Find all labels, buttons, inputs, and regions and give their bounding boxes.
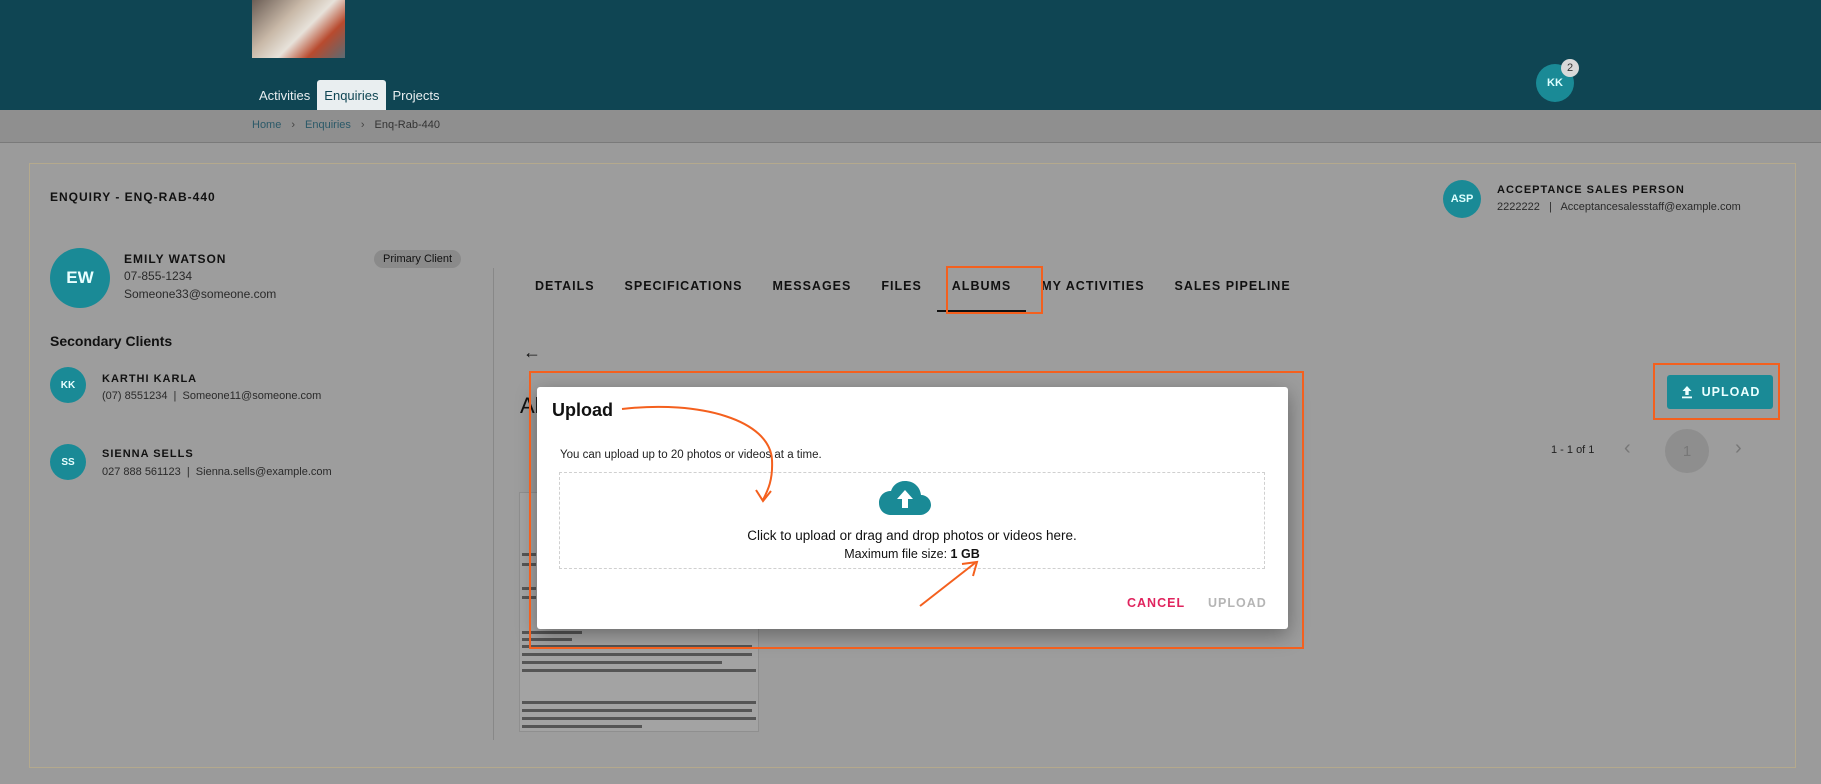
secondary-client-avatar: SS bbox=[50, 444, 86, 480]
sales-person-contact: 2222222 | Acceptancesalesstaff@example.c… bbox=[1497, 201, 1741, 213]
separator: | bbox=[1542, 201, 1558, 213]
tab-files[interactable]: FILES bbox=[866, 276, 936, 312]
secondary-clients-title: Secondary Clients bbox=[50, 333, 173, 349]
breadcrumb-home[interactable]: Home bbox=[252, 119, 281, 131]
back-arrow-icon[interactable]: ← bbox=[523, 342, 541, 363]
secondary-client-avatar: KK bbox=[50, 367, 86, 403]
sales-person-avatar: ASP bbox=[1443, 180, 1481, 218]
albums-tab-highlight bbox=[946, 266, 1043, 314]
tab-sales-pipeline[interactable]: SALES PIPELINE bbox=[1160, 276, 1306, 312]
chevron-right-icon[interactable]: › bbox=[1735, 437, 1742, 460]
enquiry-title: ENQUIRY - ENQ-RAB-440 bbox=[50, 190, 216, 204]
column-divider bbox=[493, 268, 494, 740]
breadcrumb-current: Enq-Rab-440 bbox=[374, 119, 440, 131]
tab-messages[interactable]: MESSAGES bbox=[758, 276, 867, 312]
page-number-button[interactable]: 1 bbox=[1665, 429, 1709, 473]
primary-client-chip: Primary Client bbox=[374, 250, 462, 268]
tab-my-activities[interactable]: MY ACTIVITIES bbox=[1026, 276, 1159, 312]
breadcrumb: Home › Enquiries › Enq-Rab-440 bbox=[252, 119, 440, 131]
nav-projects[interactable]: Projects bbox=[386, 80, 447, 110]
secondary-client-name: SIENNA SELLS bbox=[102, 448, 194, 460]
dialog-highlight bbox=[529, 371, 1304, 649]
client-name: EMILY WATSON bbox=[124, 252, 227, 266]
secondary-client-contact: (07) 8551234 | Someone11@someone.com bbox=[102, 390, 322, 402]
client-avatar: EW bbox=[50, 248, 110, 308]
breadcrumb-bar: Home › Enquiries › Enq-Rab-440 bbox=[0, 110, 1821, 143]
sales-person-email[interactable]: Acceptancesalesstaff@example.com bbox=[1560, 201, 1740, 213]
secondary-client-name: KARTHI KARLA bbox=[102, 373, 198, 385]
client-phone: 07-855-1234 bbox=[124, 269, 193, 283]
enquiry-tabs: DETAILS SPECIFICATIONS MESSAGES FILES AL… bbox=[520, 276, 1306, 312]
upload-button-highlight bbox=[1653, 363, 1780, 420]
chevron-left-icon[interactable]: ‹ bbox=[1624, 437, 1631, 460]
pagination-range: 1 - 1 of 1 bbox=[1551, 444, 1595, 456]
secondary-client-contact: 027 888 561123 | Sienna.sells@example.co… bbox=[102, 466, 332, 478]
main-nav: Activities Enquiries Projects bbox=[252, 80, 446, 110]
notification-badge: 2 bbox=[1561, 59, 1579, 77]
chevron-right-icon: › bbox=[291, 119, 296, 131]
company-logo-image[interactable] bbox=[252, 0, 345, 58]
nav-enquiries[interactable]: Enquiries bbox=[317, 80, 386, 110]
client-email[interactable]: Someone33@someone.com bbox=[124, 287, 276, 301]
sales-person-phone: 2222222 bbox=[1497, 201, 1540, 213]
tab-details[interactable]: DETAILS bbox=[520, 276, 610, 312]
chevron-right-icon: › bbox=[360, 119, 365, 131]
breadcrumb-enquiries[interactable]: Enquiries bbox=[305, 119, 351, 131]
sales-person-name: ACCEPTANCE SALES PERSON bbox=[1497, 184, 1685, 196]
tab-specifications[interactable]: SPECIFICATIONS bbox=[610, 276, 758, 312]
nav-activities[interactable]: Activities bbox=[252, 80, 317, 110]
top-header: Activities Enquiries Projects KK 2 bbox=[0, 0, 1821, 110]
